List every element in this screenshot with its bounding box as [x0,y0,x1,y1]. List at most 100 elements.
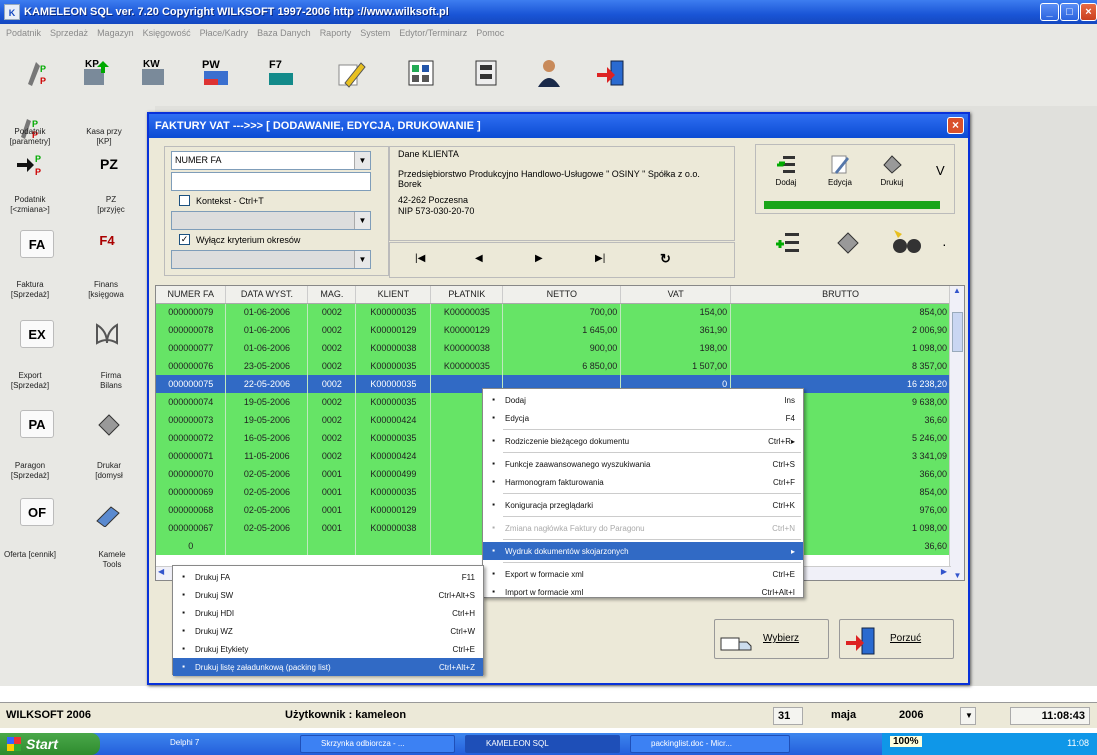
add-quick-icon[interactable] [775,230,801,256]
wylacz-checkbox[interactable]: ✓ Wyłącz kryterium okresów [179,234,300,245]
task-kameleon[interactable]: KAMELEON SQL [465,735,620,753]
user-icon[interactable] [533,56,565,90]
export-icon[interactable]: EX [20,320,54,348]
menu-item[interactable]: ▪ Export w formacie xml Ctrl+E [483,565,803,583]
podatnik-icon[interactable]: PP [20,56,52,90]
menu-podatnik[interactable]: Podatnik [6,28,41,38]
task-word[interactable]: packinglist.doc - Micr... [630,735,790,753]
wybierz-button[interactable]: Wybierz [714,619,829,659]
oferta-icon[interactable]: OF [20,498,54,526]
menu-item[interactable]: ▪ Drukuj listę załadunkową (packing list)… [173,658,483,676]
menu-item[interactable]: ▪ Koniguracja przeglądarki Ctrl+K [483,496,803,514]
menu-magazyn[interactable]: Magazyn [97,28,134,38]
dodaj-button[interactable]: Dodaj [766,153,806,193]
menu-item[interactable]: ▪ Drukuj FA F11 [173,568,483,586]
scroll-right-icon[interactable]: ▶ [941,567,947,576]
table-row[interactable]: 000000076 23-05-2006 0002 K00000035 K0000003… [156,357,951,375]
edycja-button[interactable]: Edycja [820,153,860,193]
menu-item[interactable]: ▪ Dodaj Ins [483,391,803,409]
prev-record-icon[interactable]: ◀ [475,253,483,264]
period-select[interactable]: ▼ [171,250,371,269]
last-record-icon[interactable]: ▶| [595,253,605,264]
more-button[interactable]: V [936,163,945,178]
faktura-icon[interactable]: FA [20,230,54,258]
drukuj-button[interactable]: Drukuj [872,153,912,193]
first-record-icon[interactable]: |◀ [415,253,425,264]
sidebar-label-export[interactable]: Export [Sprzedaż] [0,371,60,391]
scroll-down-icon[interactable]: ▼ [950,571,964,580]
close-button[interactable]: × [1080,3,1097,21]
paragon-icon[interactable]: PA [20,410,54,438]
pw-icon[interactable]: PW [200,56,232,90]
menu-place-kadry[interactable]: Płace/Kadry [200,28,249,38]
sidebar-label-paragon[interactable]: Paragon [Sprzedaż] [0,461,60,481]
start-button[interactable]: Start [0,733,100,755]
table-row[interactable]: 000000077 01-06-2006 0002 K00000038 K0000003… [156,339,951,357]
f7-icon[interactable]: F7 [265,56,297,90]
pencil-icon[interactable] [335,56,367,90]
sidebar-label-kasa[interactable]: Kasa przy [KP] [85,127,123,147]
menu-item[interactable]: ▪ Zmiana nagłówka Faktury do Paragonu Ctrl… [483,519,803,537]
scroll-up-icon[interactable]: ▲ [950,286,964,300]
task-delphi[interactable]: Delphi 7 [150,735,270,753]
column-header[interactable]: BRUTTO [730,286,951,304]
menu-item[interactable]: ▪ Edycja F4 [483,409,803,427]
sidebar-label-oferta[interactable]: Oferta [cennik] [0,550,60,560]
sidebar-label-finanse[interactable]: Finans [księgowa [86,280,126,300]
menu-item[interactable]: ▪ Drukuj SW Ctrl+Alt+S [173,586,483,604]
print-quick-icon[interactable] [835,230,861,256]
printer-icon[interactable] [92,410,126,438]
menu-item[interactable]: ▪ Import w formacie xml Ctrl+Alt+I [483,583,803,601]
exit-door-icon[interactable] [595,56,627,90]
next-record-icon[interactable]: ▶ [535,253,543,264]
finanse-icon[interactable]: F4 [90,226,124,254]
calculator-icon[interactable] [405,56,437,90]
menu-item[interactable]: ▪ Funkcje zaawansowanego wyszukiwania Ctrl… [483,455,803,473]
menu-pomoc[interactable]: Pomoc [476,28,504,38]
sidebar-label-faktura[interactable]: Faktura [Sprzedaż] [0,280,60,300]
list-icon[interactable] [470,56,502,90]
sidebar-label-kameleon-tools[interactable]: Kamele Tools [96,550,128,570]
vertical-scrollbar[interactable]: ▲ ▼ [949,286,964,580]
refresh-icon[interactable]: ↻ [660,251,671,267]
menu-item[interactable]: ▪ Drukuj HDI Ctrl+H [173,604,483,622]
column-header[interactable]: NUMER FA [156,286,227,304]
scroll-left-icon[interactable]: ◀ [158,567,164,576]
column-header[interactable]: DATA WYST. [225,286,309,304]
search-input[interactable] [171,172,371,191]
dialog-close-button[interactable]: × [947,117,964,134]
minimize-button[interactable]: _ [1040,3,1059,21]
sidebar-label-pz[interactable]: PZ [przyjęc [96,195,126,215]
binoculars-search-icon[interactable] [890,226,924,256]
sidebar-label-podatnik[interactable]: Podatnik [parametry] [0,127,60,147]
menu-raporty[interactable]: Raporty [320,28,352,38]
sidebar-label-firma[interactable]: Firma Bilans [96,371,126,391]
menu-edytor[interactable]: Edytor/Terminarz [399,28,467,38]
table-row[interactable]: 000000078 01-06-2006 0002 K00000129 K0000012… [156,321,951,339]
menu-item[interactable]: ▪ Rodziczenie bieżącego dokumentu Ctrl+R▸ [483,432,803,450]
table-row[interactable]: 000000079 01-06-2006 0002 K00000035 K0000003… [156,303,951,321]
column-header[interactable]: PŁATNIK [430,286,504,304]
menu-item[interactable]: ▪ Wydruk dokumentów skojarzonych ▸ [483,542,803,560]
column-header[interactable]: VAT [620,286,732,304]
porzuc-button[interactable]: Porzuć [839,619,954,659]
year-dropdown-icon[interactable]: ▼ [960,707,976,725]
maximize-button[interactable]: □ [1060,3,1079,21]
column-header[interactable]: KLIENT [355,286,432,304]
menu-baza-danych[interactable]: Baza Danych [257,28,311,38]
task-outlook[interactable]: Skrzynka odbiorcza - ... [300,735,455,753]
sort-field-select[interactable]: NUMER FA ▼ [171,151,371,170]
menu-sprzedaz[interactable]: Sprzedaż [50,28,88,38]
firma-icon[interactable] [90,320,124,348]
more-dot[interactable]: · [942,236,947,252]
kasa-kw-icon[interactable]: KW [138,56,170,90]
column-header[interactable]: MAG. [307,286,357,304]
menu-item[interactable]: ▪ Drukuj WZ Ctrl+W [173,622,483,640]
menu-item[interactable]: ▪ Drukuj Etykiety Ctrl+E [173,640,483,658]
kontekst-checkbox[interactable]: Kontekst - Ctrl+T [179,195,264,206]
menu-item[interactable]: ▪ Harmonogram fakturowania Ctrl+F [483,473,803,491]
menu-system[interactable]: System [360,28,390,38]
kasa-kp-icon[interactable]: KP [80,56,112,90]
sidebar-label-podatnik-zmiana[interactable]: Podatnik [<zmiana>] [0,195,60,215]
pz-icon[interactable]: PZ [92,150,126,178]
